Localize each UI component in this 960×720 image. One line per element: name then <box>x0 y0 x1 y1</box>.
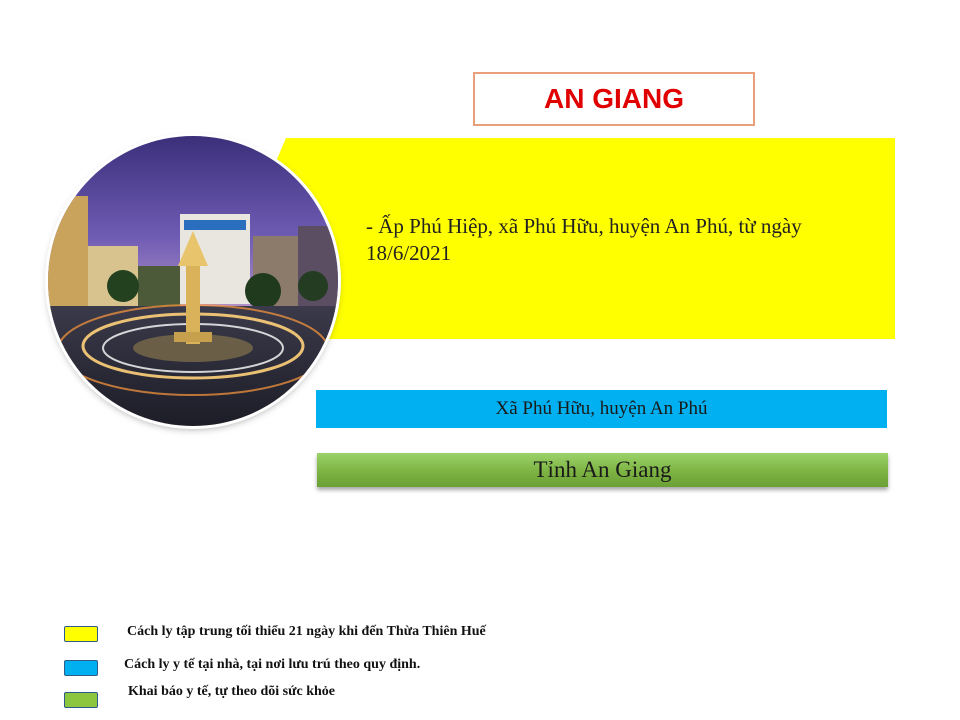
legend-swatch-blue <box>64 660 98 676</box>
legend-item-yellow: Cách ly tập trung tối thiểu 21 ngày khi … <box>127 624 486 639</box>
page-title: AN GIANG <box>473 72 755 126</box>
legend-item-green: Khai báo y tế, tự theo dõi sức khỏe <box>128 684 335 699</box>
legend-swatch-green <box>64 692 98 708</box>
yellow-zone-text: - Ấp Phú Hiệp, xã Phú Hữu, huyện An Phú,… <box>366 214 802 265</box>
green-zone-bar: Tỉnh An Giang <box>317 453 888 487</box>
legend-swatch-yellow <box>64 626 98 642</box>
blue-zone-bar: Xã Phú Hữu, huyện An Phú <box>316 390 887 428</box>
city-roundabout-photo <box>48 136 338 426</box>
legend-item-blue: Cách ly y tế tại nhà, tại nơi lưu trú th… <box>124 657 421 672</box>
